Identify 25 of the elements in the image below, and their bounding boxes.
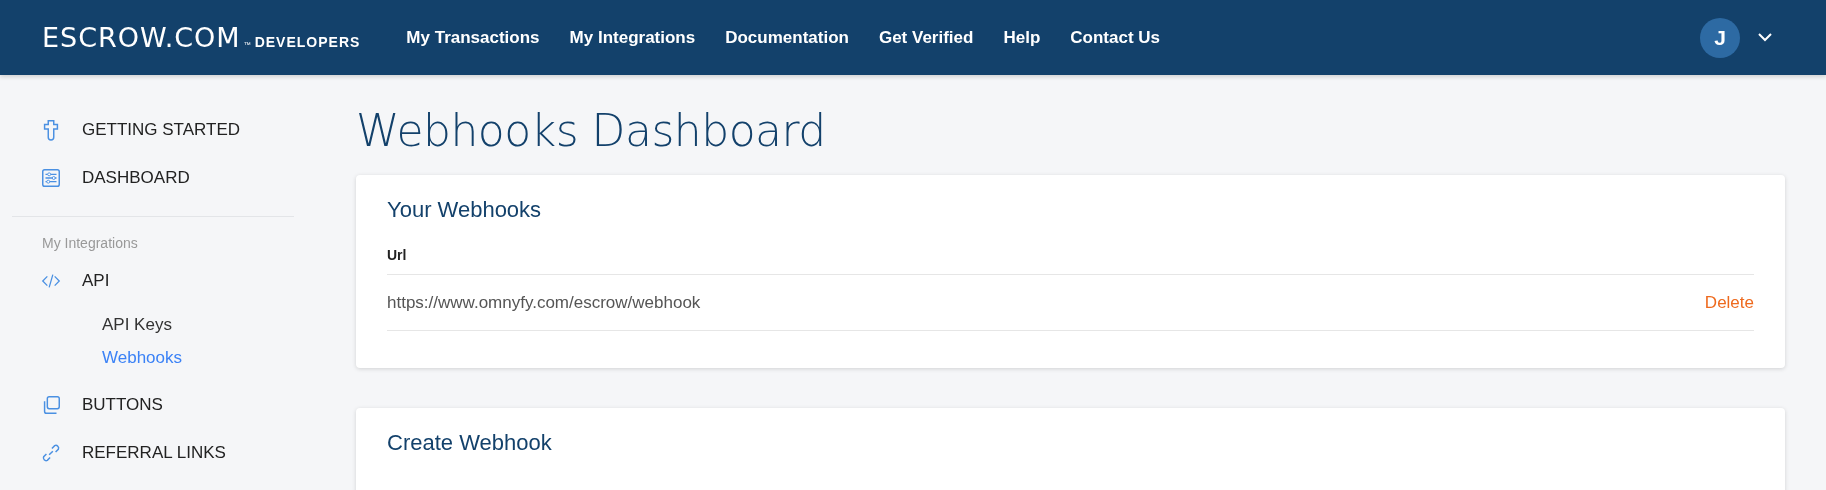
card-title: Your Webhooks	[387, 197, 543, 223]
logo-subtitle: DEVELOPERS	[254, 34, 361, 50]
nav-link[interactable]: Contact Us	[1070, 27, 1160, 48]
user-avatar[interactable]: J	[1700, 17, 1740, 58]
page-title: Webhooks Dashboard	[356, 105, 827, 156]
nav-link[interactable]: My Integrations	[569, 27, 696, 48]
webhook-url: https://www.omnyfy.com/escrow/webhook	[387, 292, 701, 313]
sidebar-subitem[interactable]: Webhooks	[102, 348, 182, 370]
section-heading: My Integrations	[42, 235, 139, 251]
sidebar-item[interactable]: API	[40, 257, 294, 305]
nav-link[interactable]: Help	[1003, 27, 1041, 48]
sidebar-item[interactable]: GETTING STARTED	[40, 106, 294, 154]
chevron-down-icon[interactable]	[1758, 33, 1772, 42]
nav-link[interactable]: Documentation	[725, 27, 849, 48]
nav-link[interactable]: My Transactions	[406, 27, 540, 48]
logo[interactable]: ESCROW.COM	[42, 22, 241, 53]
card-title: Create Webhook	[387, 430, 553, 456]
sidebar-item[interactable]: REFERRAL LINKS	[40, 429, 294, 477]
nav-link[interactable]: Get Verified	[878, 27, 974, 48]
column-header: Url	[387, 247, 1754, 275]
link-icon	[40, 442, 62, 464]
sidebar-item[interactable]: DASHBOARD	[40, 154, 294, 202]
sidebar-subitem[interactable]: API Keys	[102, 315, 172, 337]
sidebar-item[interactable]: BUTTONS	[40, 381, 294, 429]
sliders-icon	[40, 167, 62, 189]
